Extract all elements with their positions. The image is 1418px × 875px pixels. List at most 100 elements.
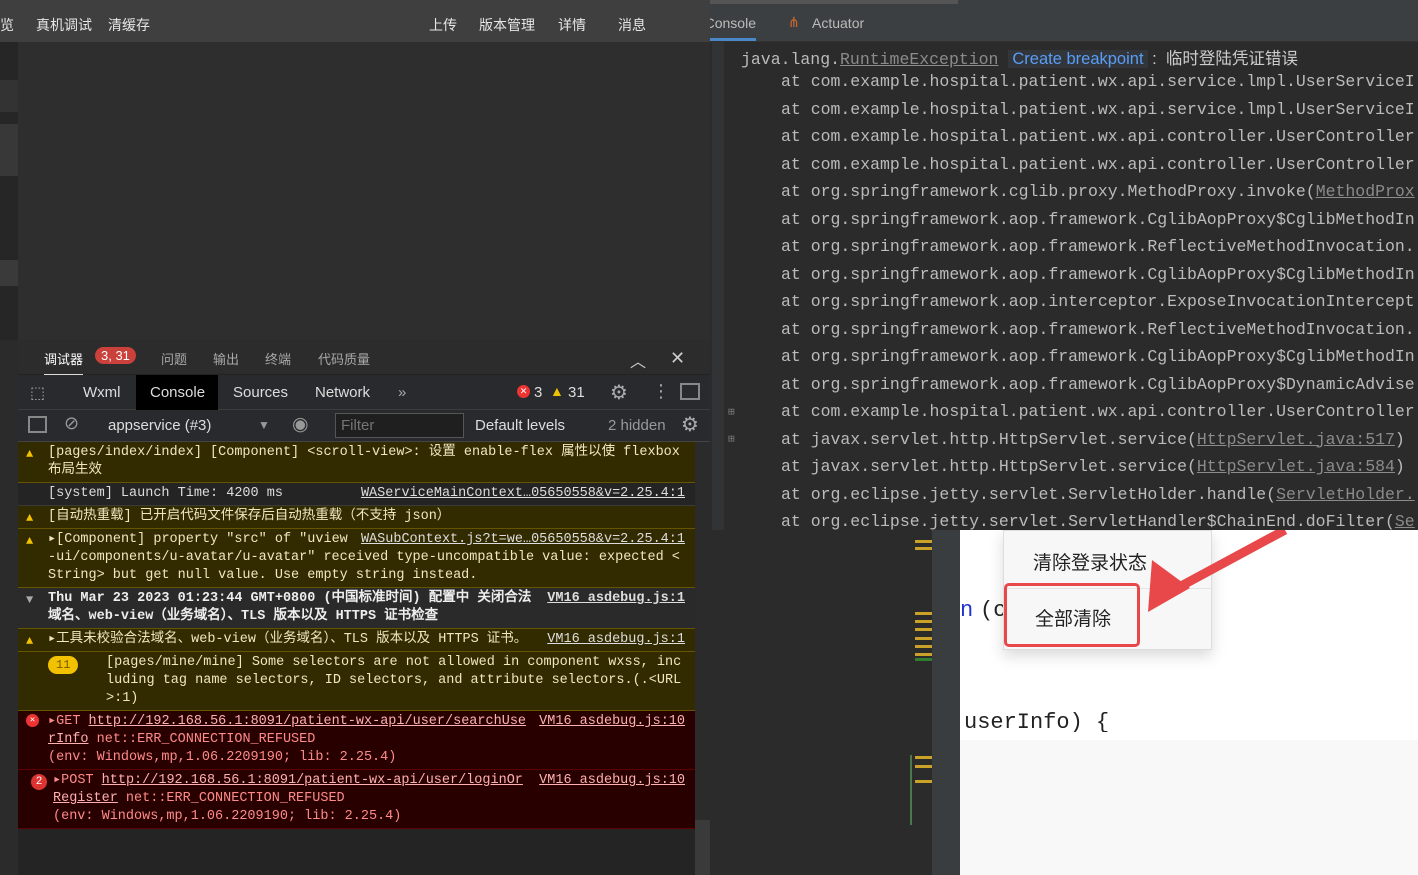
stack-frame: at org.springframework.aop.interceptor.E…	[781, 292, 1415, 311]
log-levels-select[interactable]: Default levels	[475, 417, 565, 434]
console-message-warn: ▲ [自动热重载] 已开启代码文件保存后自动热重载（不支持 json）	[18, 506, 695, 529]
code-fragment: userInfo) {	[964, 710, 1110, 732]
hidden-count: 2 hidden	[608, 417, 666, 434]
more-tabs-icon[interactable]: »	[384, 375, 420, 410]
dock-icon[interactable]	[680, 383, 700, 400]
message-text: net::ERR_CONNECTION_REFUSED (env: Window…	[48, 732, 397, 765]
frame-source-link[interactable]: Se	[1395, 512, 1415, 530]
message-text: Thu Mar 23 2023 01:23:44 GMT+0800 (中国标准时…	[48, 591, 532, 624]
menu-item-clear-login[interactable]: 清除登录状态	[1033, 548, 1147, 575]
details-button[interactable]: 详情	[558, 15, 586, 35]
console-message-warn: ▲ [pages/index/index] [Component] <scroll…	[18, 442, 695, 483]
message-text: [pages/index/index] [Component] <scroll-…	[48, 445, 688, 478]
tab-network[interactable]: Network	[301, 375, 384, 410]
source-link[interactable]: WASubContext.js?t=we…05650558&v=2.25.4:1	[361, 531, 685, 549]
warning-icon: ▲	[26, 634, 34, 648]
sidebar-toggle-icon[interactable]	[28, 416, 47, 433]
console-settings-icon[interactable]: ⚙	[681, 412, 699, 437]
clear-cache-button[interactable]: 清缓存	[108, 15, 150, 35]
exception-prefix: java.lang.	[741, 50, 841, 69]
stack-frame: at com.example.hospital.patient.wx.api.c…	[781, 402, 1415, 421]
inspect-element-icon[interactable]: ⬚	[30, 383, 45, 403]
console-message-warn: ▲ WASubContext.js?t=we…05650558&v=2.25.4:…	[18, 529, 695, 588]
stack-frame: at org.springframework.cglib.proxy.Metho…	[781, 182, 1415, 201]
settings-icon[interactable]: ⚙	[610, 380, 628, 405]
message-text: [pages/mine/mine] Some selectors are not…	[106, 655, 682, 706]
frame-text: at com.example.hospital.patient.wx.api.s…	[781, 99, 1415, 119]
chevron-up-icon[interactable]: ︿	[630, 348, 646, 372]
frame-text: at org.springframework.aop.framework.Cgl…	[781, 374, 1415, 394]
preview-button[interactable]: 览	[0, 15, 14, 35]
eye-icon[interactable]: ◉	[292, 413, 309, 436]
tab-issues[interactable]: 问题	[161, 349, 187, 368]
repeat-count-badge[interactable]: 11	[48, 656, 79, 674]
frame-text: at org.springframework.aop.framework.Ref…	[781, 237, 1415, 256]
source-link[interactable]: VM16 asdebug.js:10	[539, 772, 685, 790]
filter-input[interactable]	[335, 413, 464, 438]
stack-frame: at org.eclipse.jetty.servlet.ServletHand…	[781, 512, 1415, 530]
tab-console[interactable]: Console	[710, 15, 756, 41]
console-message-warn: ▲ VM16 asdebug.js:1 ▸工具未校验合法域名、web-view（业务…	[18, 629, 695, 652]
tab-actuator[interactable]: Actuator	[812, 15, 864, 31]
request-method: ▸GET	[48, 714, 89, 729]
tab-terminal[interactable]: 终端	[265, 349, 291, 368]
console-prompt[interactable]	[18, 862, 695, 875]
warning-count[interactable]: 31	[568, 384, 585, 401]
chevron-down-icon: ▼	[258, 418, 270, 432]
clear-console-icon[interactable]: ⊘	[64, 413, 79, 434]
source-link[interactable]: WAServiceMainContext…05650558&v=2.25.4:1	[361, 485, 685, 503]
message-text: ▸工具未校验合法域名、web-view（业务域名）、TLS 版本以及 HTTPS…	[48, 632, 528, 647]
frame-source-link[interactable]: ServletHolder.	[1276, 485, 1415, 504]
tab-code-quality[interactable]: 代码质量	[318, 349, 370, 368]
console-scrollbar[interactable]	[695, 820, 710, 875]
real-device-debug-button[interactable]: 真机调试	[36, 15, 92, 35]
frame-text: at com.example.hospital.patient.wx.api.c…	[781, 127, 1415, 146]
frame-source-link[interactable]: MethodProx	[1316, 182, 1415, 201]
tab-sources[interactable]: Sources	[219, 375, 302, 410]
stack-frame: at com.example.hospital.patient.wx.api.s…	[781, 72, 1415, 91]
frame-source-link[interactable]: HttpServlet.java:517	[1197, 430, 1395, 449]
message-text: [system] Launch Time: 4200 ms	[48, 486, 283, 501]
tab-console[interactable]: Console	[136, 375, 218, 410]
expand-icon[interactable]: ⊞	[728, 432, 735, 446]
stack-frame: at org.springframework.aop.framework.Ref…	[781, 320, 1415, 339]
console-message-err: VM16 asdebug.js:10 2 ▸POST http://192.168.…	[18, 770, 695, 829]
debugger-tab-bar: 调试器 3, 31 问题 输出 终端 代码质量 ︿ ✕	[18, 340, 710, 376]
collapse-triangle-icon[interactable]: ▼	[26, 591, 33, 609]
frame-text: at org.eclipse.jetty.servlet.ServletHand…	[781, 512, 1395, 530]
stack-frame: at org.springframework.aop.framework.Cgl…	[781, 347, 1415, 366]
frame-text: at org.springframework.cglib.proxy.Metho…	[781, 182, 1316, 201]
console-message-info: WAServiceMainContext…05650558&v=2.25.4:1…	[18, 483, 695, 506]
expand-icon[interactable]: ⊞	[728, 405, 735, 419]
console-filter-bar: ⊘ appservice (#3) ▼ ◉ Default levels 2 h…	[18, 410, 710, 442]
context-select[interactable]: appservice (#3)	[108, 417, 211, 434]
more-options-icon[interactable]: ⋮	[652, 381, 670, 402]
stack-frame: at com.example.hospital.patient.wx.api.s…	[781, 100, 1415, 119]
simulator-toolbar: 览 真机调试 清缓存 上传 版本管理 详情 消息	[0, 0, 710, 42]
upload-button[interactable]: 上传	[429, 15, 457, 35]
messages-button[interactable]: 消息	[618, 15, 646, 35]
version-manage-button[interactable]: 版本管理	[479, 15, 535, 35]
frame-text: at javax.servlet.http.HttpServlet.servic…	[781, 457, 1197, 476]
tab-wxml[interactable]: Wxml	[69, 375, 135, 410]
stack-frame: at org.springframework.aop.framework.Cgl…	[781, 265, 1415, 284]
source-link[interactable]: VM16 asdebug.js:10	[539, 713, 685, 731]
warning-icon: ▲	[550, 383, 564, 399]
close-icon[interactable]: ✕	[670, 348, 685, 369]
ide-tool-tabs: Console ⋔ Actuator	[710, 0, 1418, 42]
source-link[interactable]: VM16 asdebug.js:1	[547, 631, 685, 649]
tab-debugger[interactable]: 调试器	[44, 349, 84, 376]
create-breakpoint-link[interactable]: Create breakpoint	[1008, 50, 1148, 68]
editor-gutter-area	[710, 530, 960, 875]
tab-output[interactable]: 输出	[213, 349, 239, 368]
frame-source-link[interactable]: HttpServlet.java:584	[1197, 457, 1395, 476]
source-link[interactable]: VM16 asdebug.js:1	[547, 590, 685, 608]
frame-text: at com.example.hospital.patient.wx.api.c…	[781, 154, 1415, 174]
menu-item-clear-all[interactable]: 全部清除	[1004, 583, 1140, 647]
exception-line: java.lang.RuntimeException Create breakp…	[741, 45, 1298, 69]
exception-class-link[interactable]: RuntimeException	[840, 50, 998, 69]
console-message-warn: 11 [pages/mine/mine] Some selectors are n…	[18, 652, 695, 711]
error-count[interactable]: 3	[534, 384, 542, 401]
code-fragment: n	[960, 598, 974, 623]
warning-icon: ▲	[26, 511, 34, 525]
